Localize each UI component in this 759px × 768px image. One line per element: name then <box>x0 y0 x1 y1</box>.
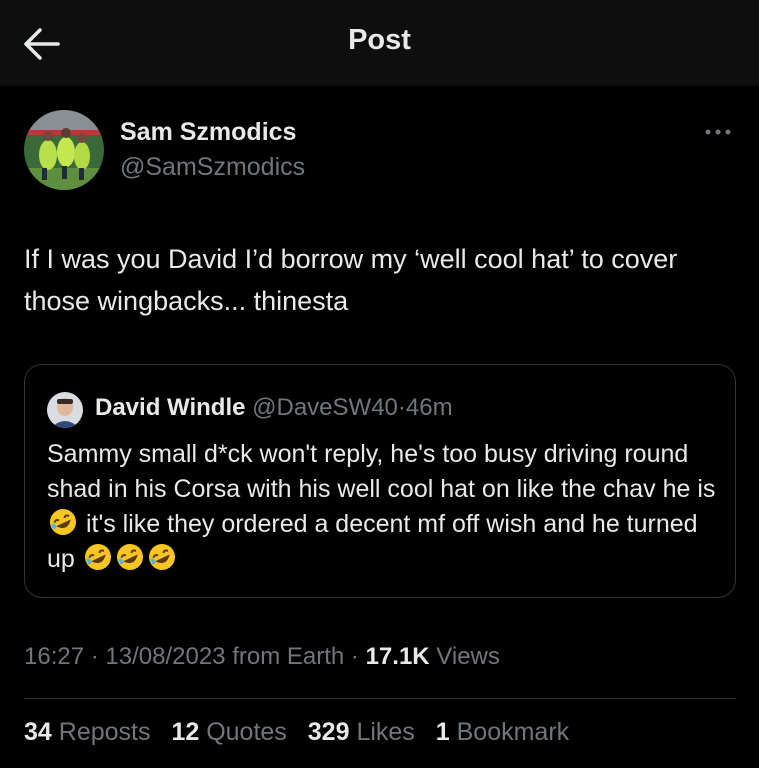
laughing-emoji-icon <box>84 544 111 570</box>
quoted-time: 46m <box>405 394 453 421</box>
likes-stat[interactable]: 329 Likes <box>308 718 415 747</box>
quotes-label: Quotes <box>206 718 287 746</box>
quoted-post[interactable]: David Windle @DaveSW40·46m Sammy small d… <box>24 364 736 598</box>
meta-separator: · <box>90 643 99 670</box>
post-source: from Earth <box>232 643 345 670</box>
laughing-emoji-icon <box>148 544 175 570</box>
reposts-count: 34 <box>24 718 52 746</box>
reposts-stat[interactable]: 34 Reposts <box>24 718 150 747</box>
quoted-text: Sammy small d*ck won't reply, he's too b… <box>47 437 727 577</box>
divider <box>24 698 736 699</box>
quotes-stat[interactable]: 12 Quotes <box>171 718 286 747</box>
views-count[interactable]: 17.1K <box>366 643 430 670</box>
quoted-author-name: David Windle <box>95 394 246 421</box>
views-label[interactable]: Views <box>436 643 500 670</box>
meta-separator: · <box>350 643 359 670</box>
quoted-author-avatar <box>47 392 83 428</box>
author-name[interactable]: Sam Szmodics <box>120 118 296 147</box>
likes-count: 329 <box>307 718 350 746</box>
bookmarks-count: 1 <box>435 718 450 746</box>
quoted-header: David Windle @DaveSW40·46m <box>95 394 453 422</box>
post-date: 13/08/2023 <box>105 643 226 670</box>
more-horizontal-icon <box>705 129 731 135</box>
likes-label: Likes <box>356 718 415 746</box>
reposts-label: Reposts <box>58 718 151 746</box>
laughing-emoji-icon <box>116 544 143 570</box>
post-text: If I was you David I’d borrow my ‘well c… <box>24 244 678 316</box>
laughing-emoji-icon <box>50 509 76 535</box>
more-options-button[interactable] <box>700 120 736 144</box>
post-time: 16:27 <box>24 643 85 670</box>
bookmarks-label: Bookmark <box>456 718 570 746</box>
engagement-stats: 34 Reposts 12 Quotes 329 Likes 1 Bookmar… <box>24 718 583 747</box>
quoted-author-handle: @DaveSW40 <box>252 394 398 421</box>
page-title: Post <box>348 24 411 56</box>
top-bar: Post <box>0 0 759 86</box>
quoted-text-part-1: Sammy small d*ck won't reply, he's too b… <box>47 440 716 503</box>
quoted-separator: · <box>397 394 406 421</box>
bookmarks-stat[interactable]: 1 Bookmark <box>436 718 569 747</box>
quotes-count: 12 <box>171 718 200 746</box>
author-avatar[interactable] <box>24 110 104 190</box>
post-metadata: 16:27 · 13/08/2023 from Earth · 17.1K Vi… <box>24 643 500 671</box>
author-handle[interactable]: @SamSzmodics <box>120 153 305 182</box>
